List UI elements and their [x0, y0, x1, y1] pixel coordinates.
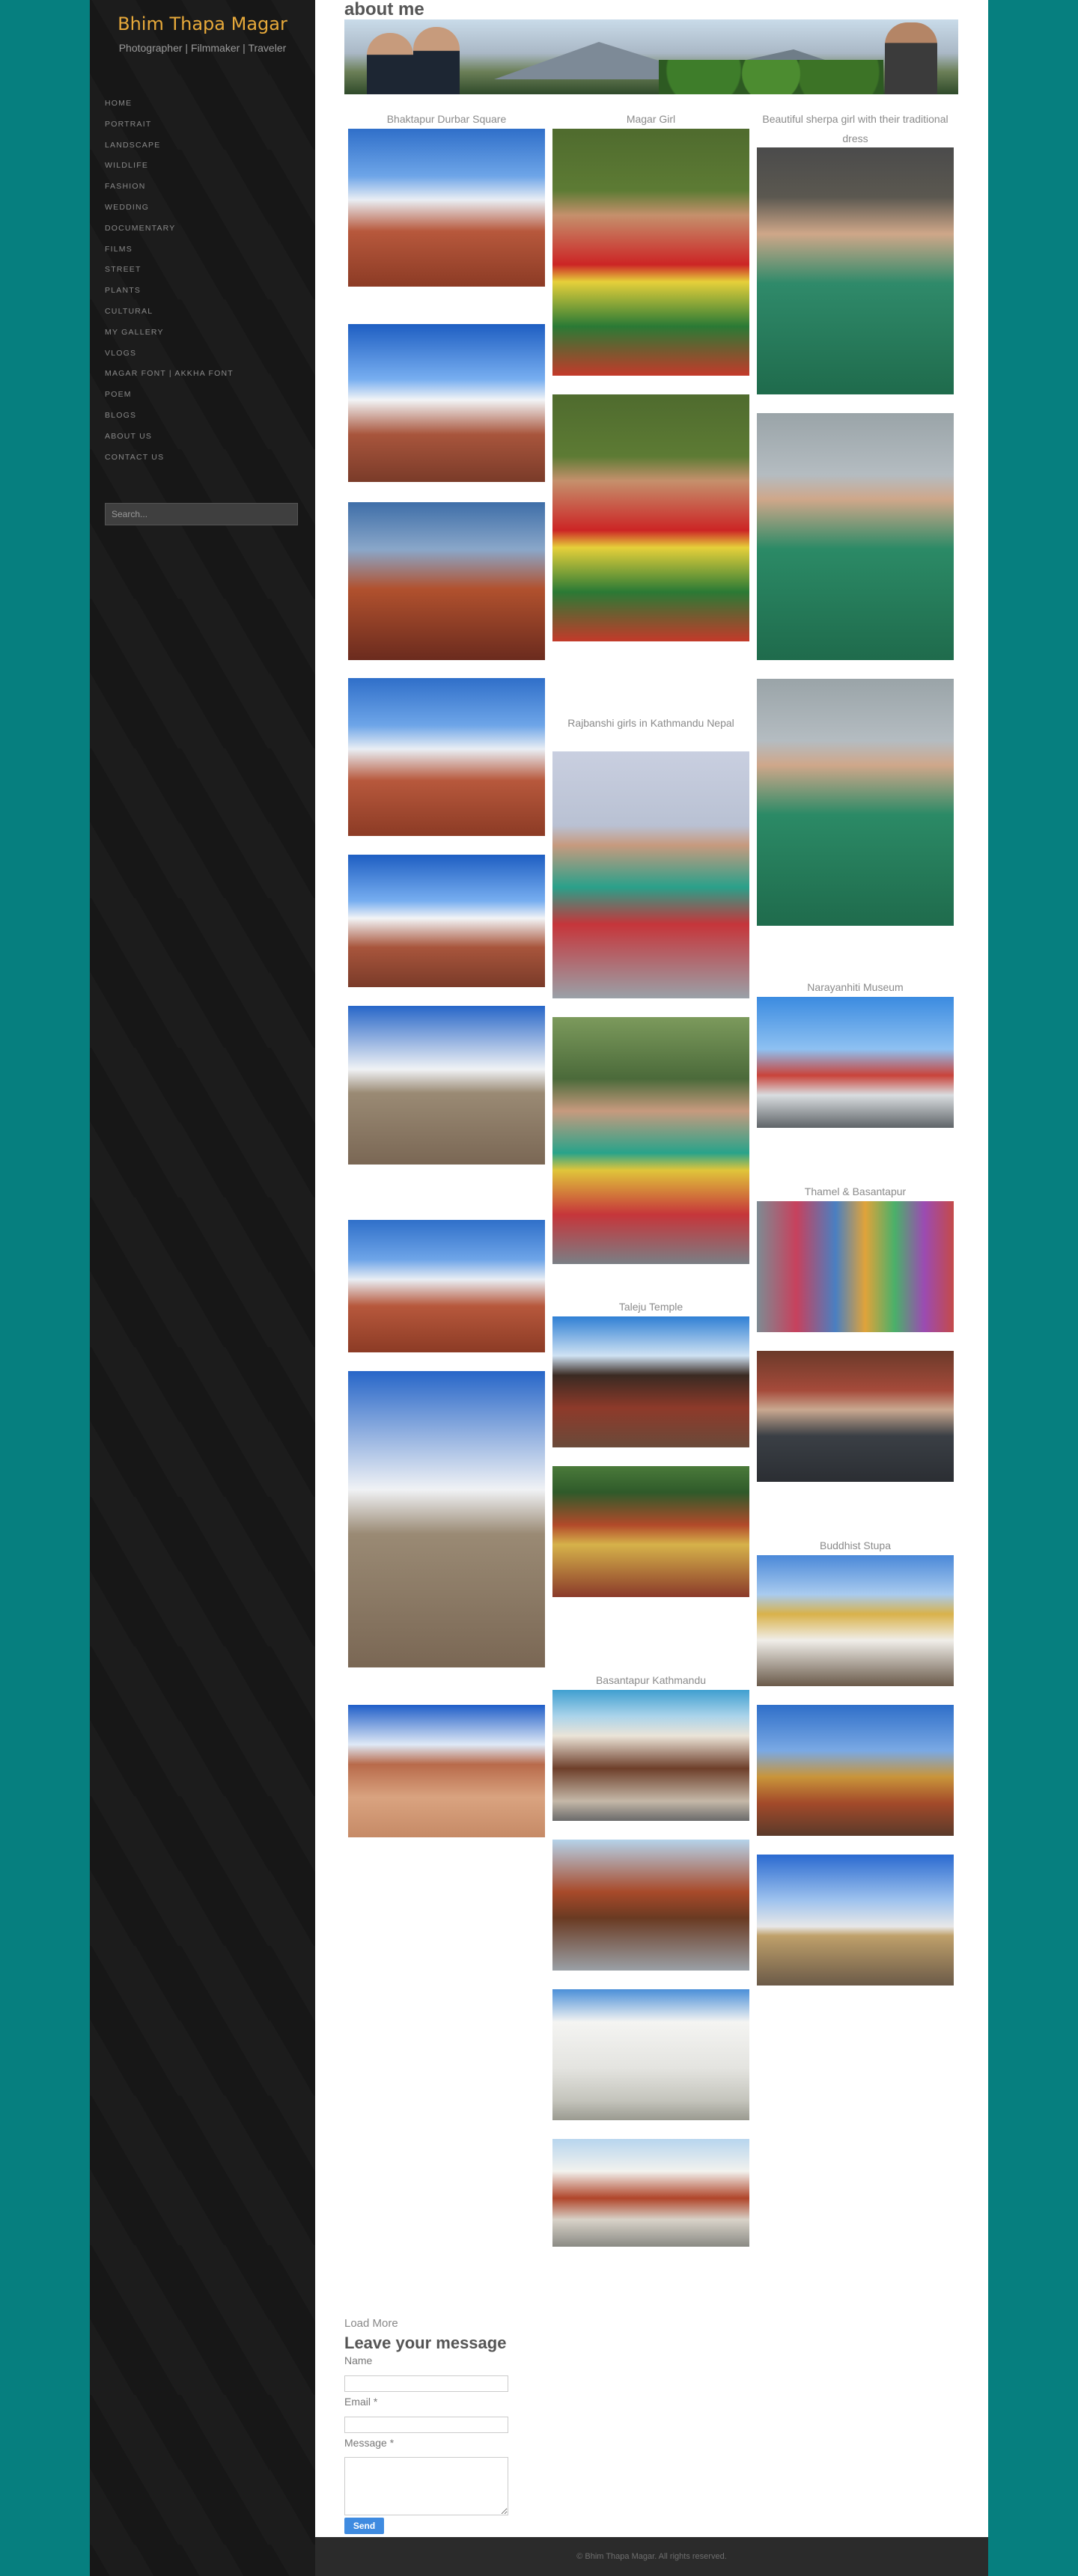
- message-label: Message *: [344, 2437, 395, 2449]
- nav-item-home[interactable]: HOME: [105, 96, 234, 117]
- gallery-photo[interactable]: [552, 2139, 749, 2247]
- gallery-photo[interactable]: [757, 997, 954, 1128]
- gallery-photo[interactable]: [348, 1705, 545, 1837]
- main-nav: HOME PORTRAIT LANDSCAPE WILDLIFE FASHION…: [105, 96, 234, 470]
- sidebar: Bhim Thapa Magar Photographer | Filmmake…: [90, 0, 315, 2576]
- footer: © Bhim Thapa Magar. All rights reserved.: [315, 2537, 988, 2576]
- gallery-photo[interactable]: [757, 1555, 954, 1686]
- caption-basantapur: Basantapur Kathmandu: [595, 1674, 707, 1686]
- gallery-photo[interactable]: [757, 1855, 954, 1986]
- caption-narayanhiti: Narayanhiti Museum: [807, 981, 904, 993]
- nav-item-portrait[interactable]: PORTRAIT: [105, 117, 234, 138]
- page-title: about me: [344, 0, 424, 19]
- gallery-photo[interactable]: [757, 413, 954, 660]
- gallery-photo[interactable]: [348, 1371, 545, 1667]
- nav-item-magar-font[interactable]: MAGAR FONT | AKKHA FONT: [105, 366, 234, 387]
- gallery-photo[interactable]: [348, 678, 545, 836]
- gallery-photo[interactable]: [757, 1705, 954, 1836]
- search-input[interactable]: [105, 503, 298, 525]
- nav-item-about-us[interactable]: ABOUT US: [105, 429, 234, 450]
- send-button[interactable]: Send: [344, 2518, 384, 2534]
- nav-item-my-gallery[interactable]: MY GALLERY: [105, 325, 234, 346]
- gallery-photo[interactable]: [348, 502, 545, 660]
- gallery-photo[interactable]: [552, 1316, 749, 1447]
- caption-thamel: Thamel & Basantapur: [804, 1185, 907, 1197]
- gallery-photo[interactable]: [552, 1690, 749, 1821]
- banner-person: [367, 33, 413, 94]
- gallery-photo[interactable]: [348, 324, 545, 482]
- email-field[interactable]: [344, 2417, 508, 2433]
- gallery-photo[interactable]: [348, 855, 545, 987]
- gallery-photo[interactable]: [552, 1017, 749, 1264]
- caption-magar-girl: Magar Girl: [626, 113, 676, 125]
- gallery-photo[interactable]: [757, 1201, 954, 1332]
- banner-person: [413, 27, 460, 94]
- gallery-photo[interactable]: [348, 1220, 545, 1352]
- nav-item-documentary[interactable]: DOCUMENTARY: [105, 221, 234, 242]
- load-more-link[interactable]: Load More: [344, 2317, 398, 2330]
- nav-item-blogs[interactable]: BLOGS: [105, 408, 234, 429]
- gallery-photo[interactable]: [552, 1989, 749, 2120]
- caption-taleju: Taleju Temple: [618, 1301, 683, 1313]
- caption-sherpa: Beautiful sherpa girl with their traditi…: [762, 113, 948, 144]
- gallery-photo[interactable]: [552, 1466, 749, 1597]
- nav-item-cultural[interactable]: CULTURAL: [105, 304, 234, 325]
- main-content: about me Bhaktapur Durbar Square Magar G…: [315, 0, 988, 2537]
- message-field[interactable]: [344, 2457, 508, 2515]
- caption-bhaktapur: Bhaktapur Durbar Square: [386, 113, 507, 125]
- caption-rajbanshi: Rajbanshi girls in Kathmandu Nepal: [567, 717, 734, 729]
- site-tagline: Photographer | Filmmaker | Traveler: [118, 42, 287, 54]
- gallery-photo[interactable]: [348, 1006, 545, 1165]
- gallery-photo[interactable]: [757, 147, 954, 394]
- nav-item-wildlife[interactable]: WILDLIFE: [105, 158, 234, 179]
- gallery-photo[interactable]: [552, 751, 749, 998]
- footer-copyright: © Bhim Thapa Magar. All rights reserved.: [576, 2552, 727, 2561]
- caption-buddhist-stupa: Buddhist Stupa: [820, 1539, 891, 1551]
- nav-item-contact-us[interactable]: CONTACT US: [105, 450, 234, 471]
- gallery-photo[interactable]: [552, 394, 749, 641]
- nav-item-fashion[interactable]: FASHION: [105, 179, 234, 200]
- banner-photographer: [885, 22, 937, 94]
- name-field[interactable]: [344, 2375, 508, 2392]
- nav-item-plants[interactable]: PLANTS: [105, 283, 234, 304]
- site-title[interactable]: Bhim Thapa Magar: [90, 13, 315, 34]
- nav-item-landscape[interactable]: LANDSCAPE: [105, 138, 234, 159]
- banner-image: [344, 19, 958, 94]
- gallery-photo[interactable]: [757, 1351, 954, 1482]
- name-label: Name: [344, 2354, 373, 2366]
- nav-item-street[interactable]: STREET: [105, 262, 234, 283]
- form-title: Leave your message: [344, 2334, 507, 2352]
- email-label: Email *: [344, 2396, 378, 2408]
- nav-item-wedding[interactable]: WEDDING: [105, 200, 234, 221]
- gallery-photo[interactable]: [552, 129, 749, 376]
- gallery-photo[interactable]: [348, 129, 545, 287]
- gallery-photo[interactable]: [757, 679, 954, 926]
- nav-item-poem[interactable]: POEM: [105, 387, 234, 408]
- nav-item-vlogs[interactable]: VLOGS: [105, 346, 234, 367]
- gallery-photo[interactable]: [552, 1840, 749, 1971]
- nav-item-films[interactable]: FILMS: [105, 242, 234, 263]
- banner-trees: [659, 60, 883, 94]
